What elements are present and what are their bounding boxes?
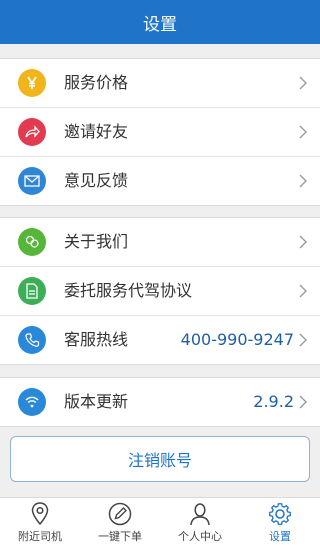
tab-settings[interactable]: 设置 xyxy=(240,498,320,547)
menu-item-hotline[interactable]: 客服热线 400-990-9247 xyxy=(0,315,320,364)
menu-item-label: 服务价格 xyxy=(64,73,129,92)
share-icon xyxy=(18,118,46,146)
tab-personal-center[interactable]: 个人中心 xyxy=(160,498,240,547)
menu-item-service-agreement[interactable]: 委托服务代驾协议 xyxy=(0,266,320,315)
people-icon xyxy=(18,228,46,256)
page-title-bar: 设置 xyxy=(0,0,320,44)
gear-icon xyxy=(269,503,291,525)
settings-group-3: 版本更新 2.9.2 xyxy=(0,377,320,427)
menu-item-service-price[interactable]: 服务价格 xyxy=(0,59,320,107)
menu-item-invite-friends[interactable]: 邀请好友 xyxy=(0,107,320,156)
chevron-right-icon xyxy=(299,76,307,90)
chevron-right-icon xyxy=(299,235,307,249)
tab-label: 附近司机 xyxy=(18,530,62,543)
logout-button-label: 注销账号 xyxy=(127,451,192,470)
menu-item-label: 客服热线 xyxy=(64,330,129,349)
person-icon xyxy=(190,503,210,526)
phone-icon xyxy=(18,326,46,354)
chevron-right-icon xyxy=(299,284,307,298)
chevron-right-icon xyxy=(299,125,307,139)
version-number: 2.9.2 xyxy=(253,392,294,411)
wifi-icon xyxy=(18,388,46,416)
menu-item-version-update[interactable]: 版本更新 2.9.2 xyxy=(0,378,320,426)
settings-group-2: 关于我们 委托服务代驾协议 客服热线 400-990-9247 xyxy=(0,217,320,365)
chevron-right-icon xyxy=(299,395,307,409)
tab-nearby-drivers[interactable]: 附近司机 xyxy=(0,498,80,547)
menu-item-label: 委托服务代驾协议 xyxy=(64,281,193,300)
bottom-tab-bar: 附近司机 一键下单 个人中心 设置 xyxy=(0,497,320,547)
menu-item-label: 版本更新 xyxy=(64,392,129,411)
tab-label: 一键下单 xyxy=(98,530,142,543)
pen-icon xyxy=(108,502,132,526)
menu-item-label: 关于我们 xyxy=(64,232,129,251)
tab-label: 个人中心 xyxy=(178,530,222,543)
tab-one-click-order[interactable]: 一键下单 xyxy=(80,498,160,547)
settings-group-1: 服务价格 邀请好友 意见反馈 xyxy=(0,58,320,206)
chevron-right-icon xyxy=(299,174,307,188)
logout-button[interactable]: 注销账号 xyxy=(10,436,310,482)
menu-item-label: 意见反馈 xyxy=(64,171,129,190)
chevron-right-icon xyxy=(299,333,307,347)
location-pin-icon xyxy=(31,502,49,526)
document-icon xyxy=(18,277,46,305)
yen-icon xyxy=(18,69,46,97)
page-title: 设置 xyxy=(143,14,177,35)
menu-item-feedback[interactable]: 意见反馈 xyxy=(0,156,320,205)
menu-item-about-us[interactable]: 关于我们 xyxy=(0,218,320,266)
hotline-number[interactable]: 400-990-9247 xyxy=(181,316,294,364)
menu-item-label: 邀请好友 xyxy=(64,122,129,141)
tab-label: 设置 xyxy=(269,530,291,543)
mail-icon xyxy=(18,167,46,195)
